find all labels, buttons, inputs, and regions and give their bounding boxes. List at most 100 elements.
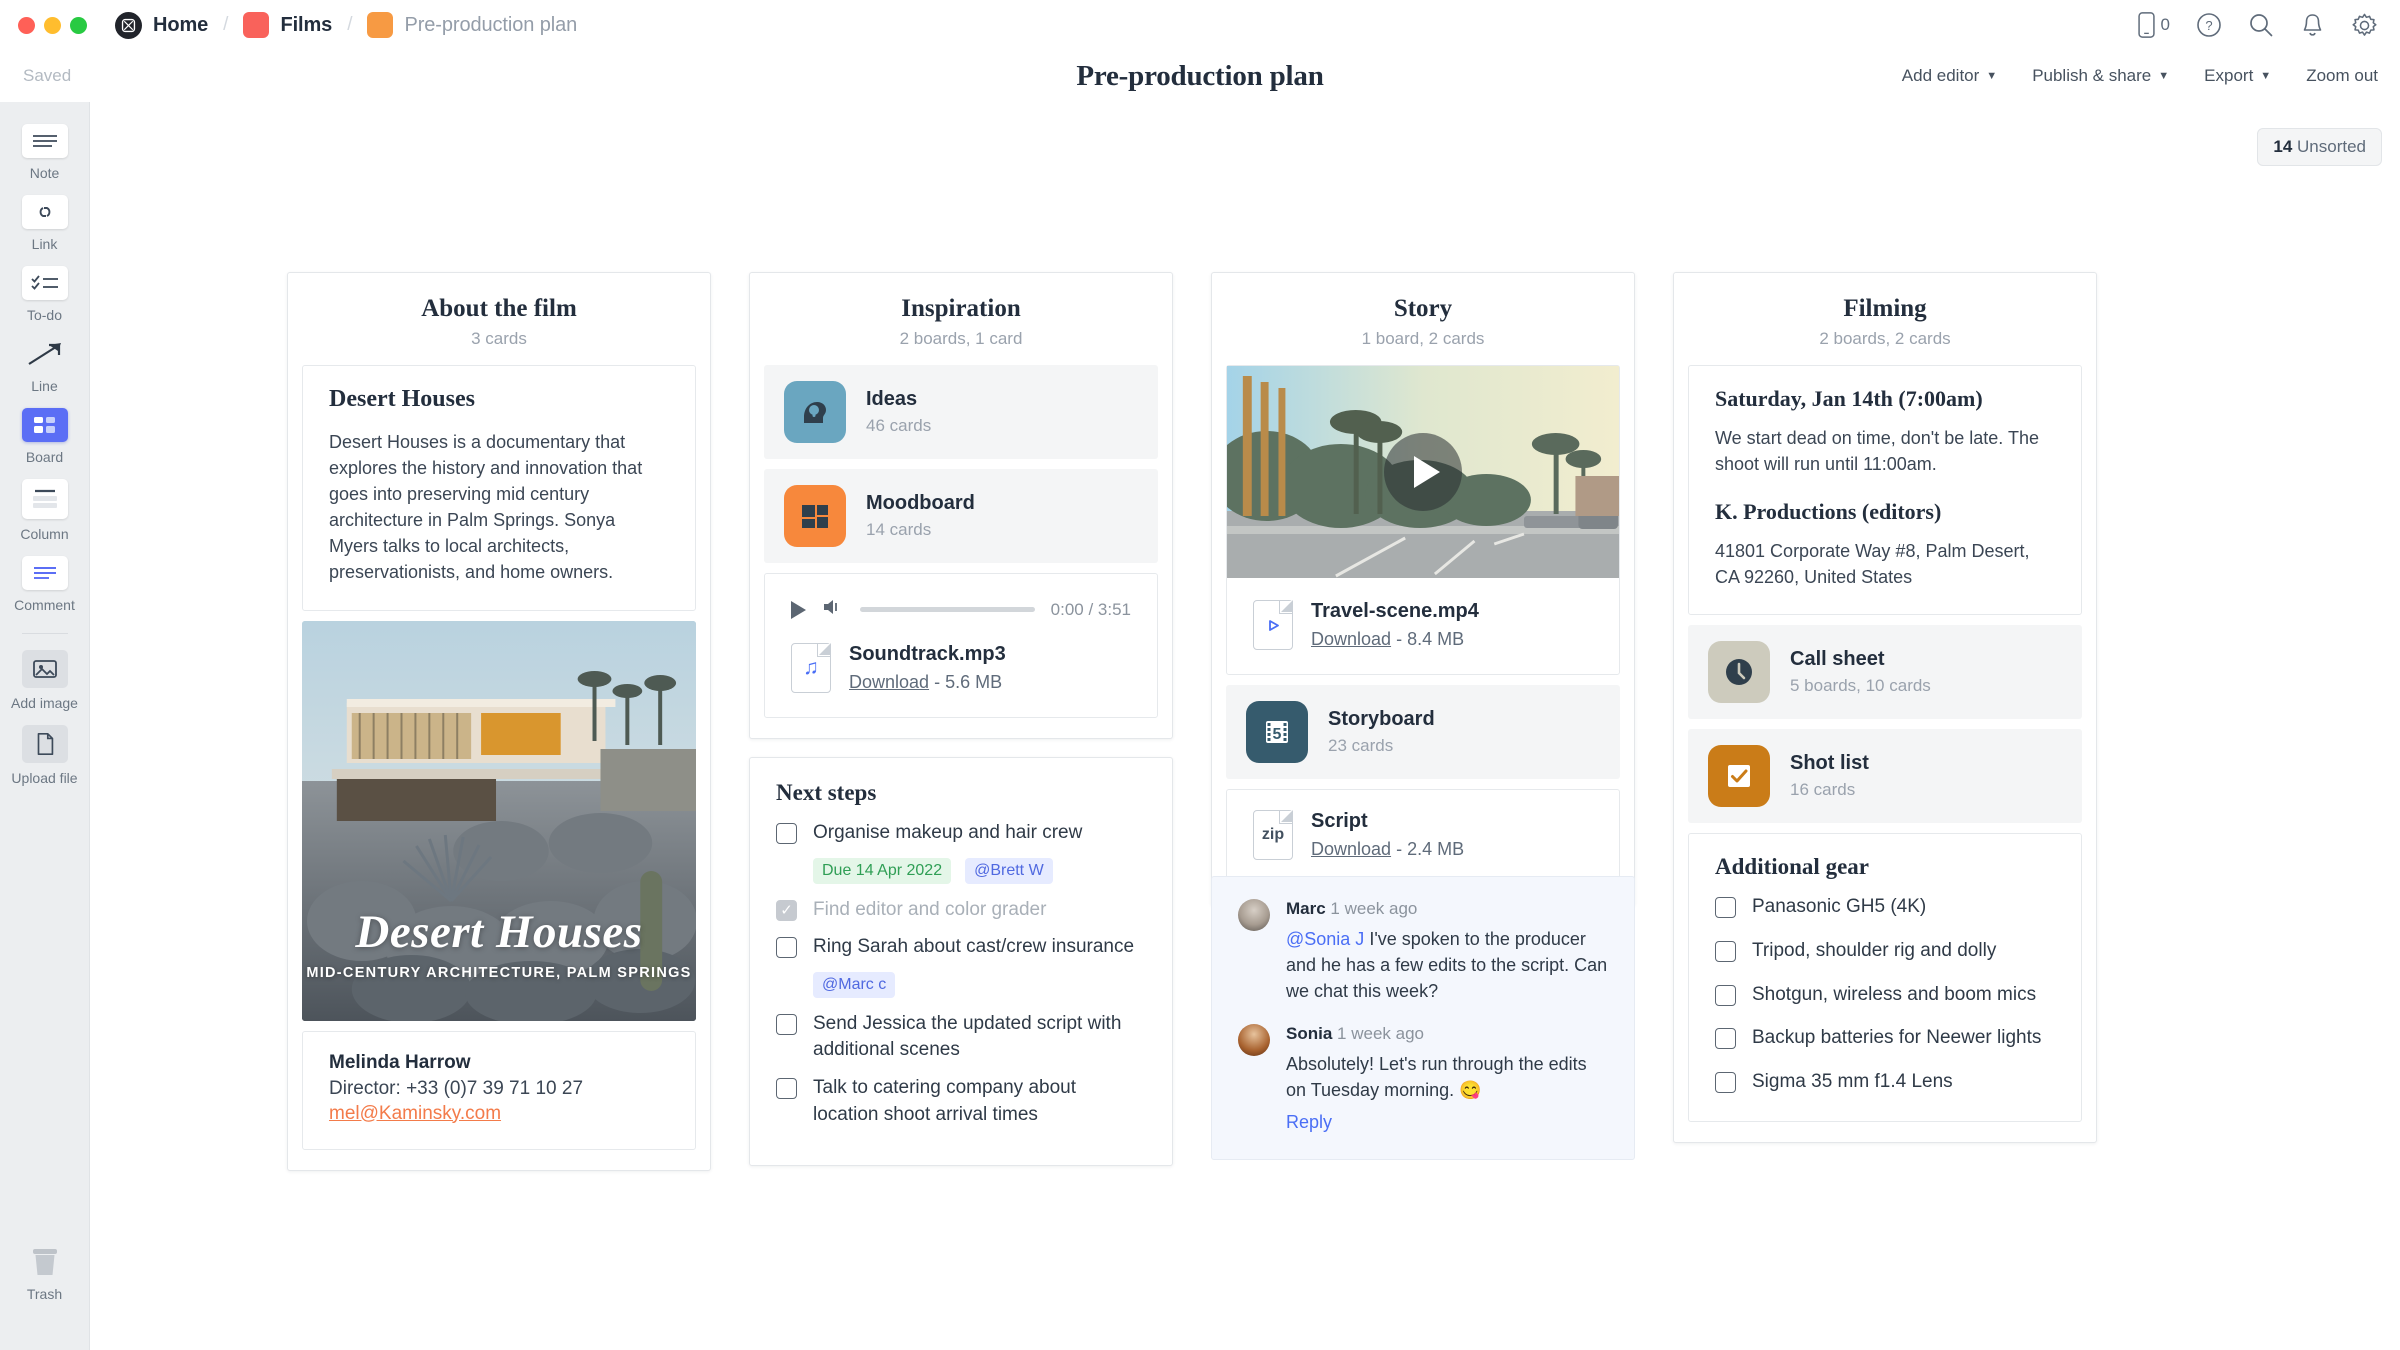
comment-mention[interactable]: @Sonia J	[1286, 929, 1364, 949]
tool-upload-file[interactable]: Upload file	[5, 725, 85, 786]
card-desert-houses-image[interactable]: Desert Houses MID-CENTURY ARCHITECTURE, …	[302, 621, 696, 1021]
breadcrumb: Home / Films / Pre-production plan	[111, 12, 581, 39]
publish-share-button[interactable]: Publish & share ▼	[2032, 66, 2169, 86]
column-about-the-film: About the film 3 cards Desert Houses Des…	[287, 272, 711, 1171]
tool-todo[interactable]: To-do	[5, 266, 85, 323]
red-square-icon	[243, 12, 269, 38]
play-icon[interactable]	[791, 601, 806, 619]
todo-text: Ring Sarah about cast/crew insurance	[813, 934, 1134, 961]
gear-item[interactable]: Sigma 35 mm f1.4 Lens	[1715, 1069, 2055, 1096]
todo-item[interactable]: Ring Sarah about cast/crew insurance	[776, 934, 1146, 961]
audio-progress-slider[interactable]	[860, 607, 1035, 612]
volume-icon[interactable]	[822, 598, 844, 621]
board-card-moodboard[interactable]: Moodboard 14 cards	[764, 469, 1158, 563]
checkbox-icon[interactable]	[1715, 941, 1736, 962]
zoom-out-button[interactable]: Zoom out	[2306, 66, 2378, 86]
top-bar: Home / Films / Pre-production plan 0 ?	[0, 0, 2400, 50]
board-card-text: Storyboard 23 cards	[1328, 708, 1435, 756]
tool-trash[interactable]: Trash	[5, 1245, 85, 1302]
unsorted-badge[interactable]: 14 Unsorted	[2257, 128, 2382, 166]
close-window-button[interactable]	[18, 17, 35, 34]
breadcrumb-item-plan[interactable]: Pre-production plan	[363, 12, 581, 38]
board-card-storyboard[interactable]: 5 Storyboard 23 cards	[1226, 685, 1620, 779]
maximize-window-button[interactable]	[70, 17, 87, 34]
tool-note[interactable]: Note	[5, 124, 85, 181]
minimize-window-button[interactable]	[44, 17, 61, 34]
todo-item[interactable]: Find editor and color grader	[776, 897, 1146, 924]
comment-body: @Sonia J I've spoken to the producer and…	[1286, 926, 1608, 1004]
checkbox-icon[interactable]	[1715, 897, 1736, 918]
gear-item[interactable]: Panasonic GH5 (4K)	[1715, 894, 2055, 921]
checkbox-icon[interactable]	[776, 1014, 797, 1035]
gear-icon[interactable]	[2351, 12, 2378, 39]
download-link[interactable]: Download	[1311, 839, 1391, 859]
todo-item[interactable]: Organise makeup and hair crew	[776, 820, 1146, 847]
note-heading-2: K. Productions (editors)	[1715, 499, 2055, 525]
due-date-tag[interactable]: Due 14 Apr 2022	[813, 858, 951, 884]
search-icon[interactable]	[2248, 12, 2274, 38]
export-button[interactable]: Export ▼	[2204, 66, 2271, 86]
chevron-down-icon: ▼	[2260, 70, 2271, 82]
checkbox-icon[interactable]	[776, 937, 797, 958]
video-play-button[interactable]	[1384, 433, 1462, 511]
checkbox-icon[interactable]	[776, 1078, 797, 1099]
card-desert-houses-note[interactable]: Desert Houses Desert Houses is a documen…	[302, 365, 696, 611]
column-icon	[22, 479, 68, 519]
board-card-ideas[interactable]: Ideas 46 cards	[764, 365, 1158, 459]
breadcrumb-item-films[interactable]: Films	[239, 12, 336, 38]
add-editor-button[interactable]: Add editor ▼	[1902, 66, 1997, 86]
card-shoot-details[interactable]: Saturday, Jan 14th (7:00am) We start dea…	[1688, 365, 2082, 615]
reply-link[interactable]: Reply	[1286, 1112, 1332, 1133]
card-next-steps[interactable]: Next steps Organise makeup and hair crew…	[749, 757, 1173, 1166]
card-soundtrack[interactable]: 0:00 / 3:51 ♫ Soundtrack.mp3 Download - …	[764, 573, 1158, 718]
column-title: Story	[1212, 295, 1634, 323]
todo-item[interactable]: Send Jessica the updated script with add…	[776, 1011, 1146, 1064]
breadcrumb-label-plan: Pre-production plan	[404, 14, 577, 37]
card-script-file[interactable]: zip Script Download - 2.4 MB	[1226, 789, 1620, 885]
download-link[interactable]: Download	[849, 672, 929, 692]
tool-add-image[interactable]: Add image	[5, 650, 85, 711]
card-contact[interactable]: Melinda Harrow Director: +33 (0)7 39 71 …	[302, 1031, 696, 1150]
publish-share-label: Publish & share	[2032, 66, 2151, 86]
comment-thread: Marc 1 week ago @Sonia J I've spoken to …	[1211, 876, 1635, 1160]
gear-item[interactable]: Tripod, shoulder rig and dolly	[1715, 938, 2055, 965]
checkbox-icon[interactable]	[1715, 1072, 1736, 1093]
download-link[interactable]: Download	[1311, 629, 1391, 649]
export-label: Export	[2204, 66, 2253, 86]
board-card-shot-list[interactable]: Shot list 16 cards	[1688, 729, 2082, 823]
board-card-call-sheet[interactable]: Call sheet 5 boards, 10 cards	[1688, 625, 2082, 719]
column-title: Inspiration	[750, 295, 1172, 323]
assignee-tag[interactable]: @Brett W	[965, 858, 1053, 884]
help-icon[interactable]: ?	[2196, 12, 2222, 38]
comment-icon	[22, 556, 68, 590]
checkbox-icon[interactable]	[1715, 985, 1736, 1006]
tool-column[interactable]: Column	[5, 479, 85, 542]
tool-line[interactable]: Line	[5, 337, 85, 394]
checkbox-icon-checked[interactable]	[776, 900, 797, 921]
checkbox-icon[interactable]	[1715, 1028, 1736, 1049]
tool-comment[interactable]: Comment	[5, 556, 85, 613]
file-info: Script Download - 2.4 MB	[1311, 810, 1464, 860]
desert-house-photo: Desert Houses MID-CENTURY ARCHITECTURE, …	[302, 621, 696, 1021]
tool-link[interactable]: Link	[5, 195, 85, 252]
tool-board-label: Board	[26, 449, 63, 465]
file-row-video: Travel-scene.mp4 Download - 8.4 MB	[1253, 600, 1593, 650]
marc-avatar	[1238, 899, 1270, 931]
assignee-tag[interactable]: @Marc c	[813, 972, 895, 998]
card-additional-gear[interactable]: Additional gear Panasonic GH5 (4K) Tripo…	[1688, 833, 2082, 1122]
todo-item[interactable]: Talk to catering company about location …	[776, 1075, 1146, 1128]
board-card-count: 16 cards	[1790, 780, 1869, 800]
contact-email-link[interactable]: mel@Kaminsky.com	[329, 1103, 501, 1125]
video-thumbnail[interactable]	[1227, 366, 1619, 578]
column-subtitle: 2 boards, 2 cards	[1674, 329, 2096, 349]
gear-item[interactable]: Shotgun, wireless and boom mics	[1715, 982, 2055, 1009]
bell-icon[interactable]	[2300, 12, 2325, 38]
gear-item[interactable]: Backup batteries for Neewer lights	[1715, 1025, 2055, 1052]
breadcrumb-item-home[interactable]: Home	[111, 12, 212, 39]
note-body-2: 41801 Corporate Way #8, Palm Desert, CA …	[1715, 538, 2055, 590]
mobile-devices-button[interactable]: 0	[2138, 12, 2170, 38]
tool-board[interactable]: Board	[5, 408, 85, 465]
music-note-icon: ♫	[791, 643, 831, 693]
checkbox-icon[interactable]	[776, 823, 797, 844]
card-travel-scene-video[interactable]: Travel-scene.mp4 Download - 8.4 MB	[1226, 365, 1620, 675]
